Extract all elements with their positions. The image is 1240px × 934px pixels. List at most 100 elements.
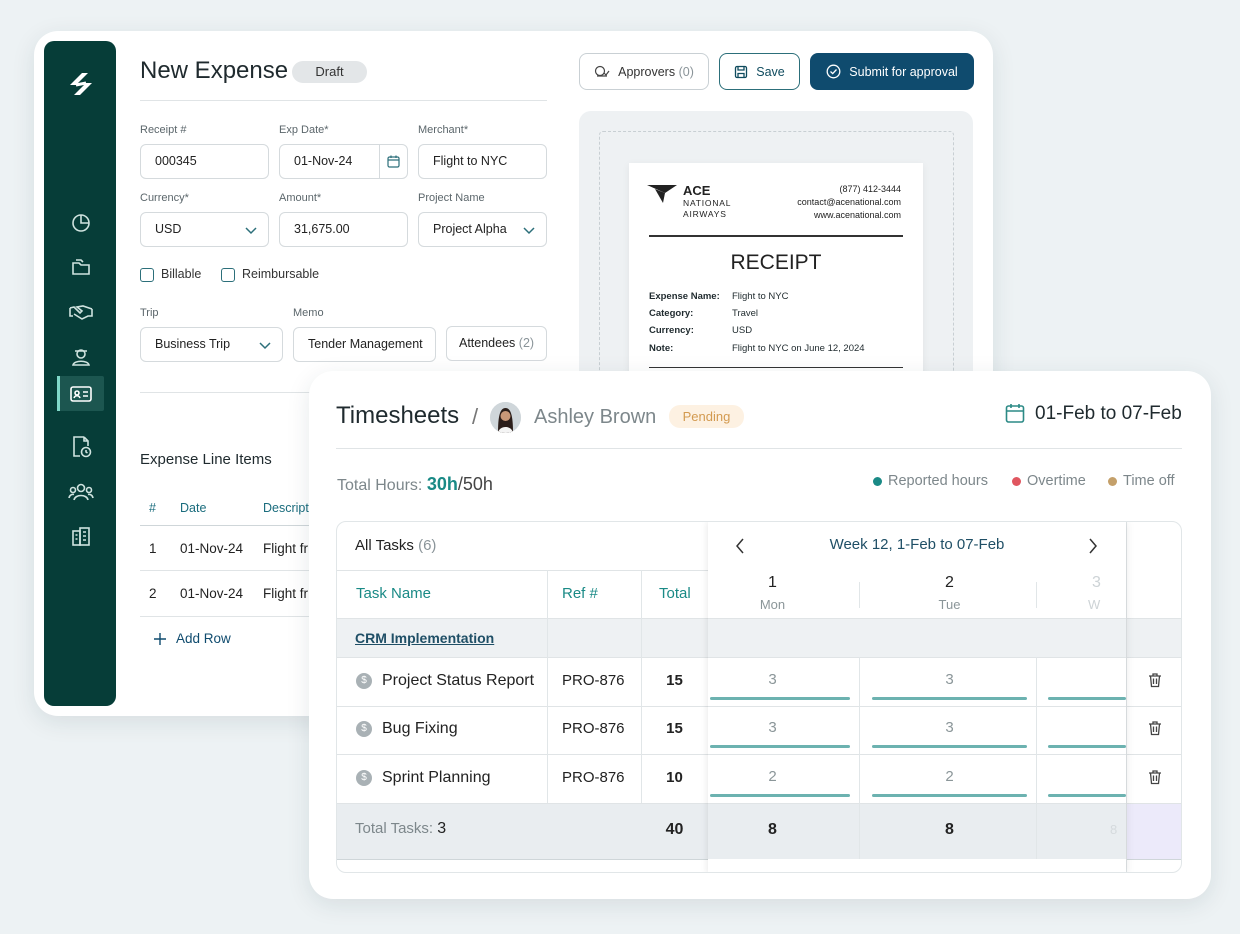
total-tasks: Total Tasks: 3 [355, 820, 446, 838]
column-header-total[interactable]: Total [659, 585, 691, 602]
column-header-task[interactable]: Task Name [356, 585, 431, 602]
trip-select[interactable]: Business Trip [140, 327, 283, 362]
exp-date-value: 01-Nov-24 [294, 154, 353, 168]
task-name: Bug Fixing [382, 720, 458, 737]
hours-underline [1048, 745, 1126, 748]
receipt-value: Flight to NYC [732, 291, 789, 302]
chevron-down-icon [523, 227, 535, 235]
save-button[interactable]: Save [719, 53, 800, 90]
receipt-heading: RECEIPT [730, 251, 822, 274]
legend-label: Overtime [1027, 473, 1086, 489]
column-header-number: # [149, 501, 156, 515]
hours-cell[interactable]: 3 [872, 719, 1027, 736]
divider [140, 570, 320, 571]
line-items-heading: Expense Line Items [140, 451, 272, 468]
pie-chart-icon[interactable] [68, 209, 94, 235]
receipt-brand-line2: AIRWAYS [683, 209, 727, 219]
divider [708, 706, 1126, 707]
logo-icon[interactable] [66, 69, 96, 99]
user-badge-icon[interactable] [68, 344, 94, 370]
trip-label: Trip [140, 307, 159, 319]
attendees-button[interactable]: Attendees (2) [446, 326, 547, 361]
timesheet-title: Timesheets [336, 402, 460, 429]
page-title: New Expense [140, 57, 289, 84]
avatar[interactable] [490, 402, 521, 433]
column-header-date: Date [180, 501, 207, 515]
memo-field[interactable]: Tender Management [293, 327, 436, 362]
week-label: Week 12, 1-Feb to 07-Feb [829, 536, 1005, 553]
hours-cell[interactable]: 3 [695, 719, 850, 736]
divider [336, 448, 1182, 449]
merchant-field[interactable]: Flight to NYC [418, 144, 547, 179]
divider [708, 754, 1126, 755]
currency-label: Currency* [140, 192, 189, 204]
receipt-value: Travel [732, 308, 759, 319]
task-ref: PRO-876 [562, 769, 625, 786]
day-total: 8 [1110, 822, 1118, 837]
trash-icon[interactable] [1147, 672, 1163, 688]
legend-label: Reported hours [888, 473, 988, 489]
memo-label: Memo [293, 307, 324, 319]
day-total: 8 [945, 821, 954, 838]
divider [708, 657, 1126, 658]
task-ref: PRO-876 [562, 720, 625, 737]
attendees-count: (2) [518, 336, 535, 350]
total-hours-value: 30h [426, 474, 458, 494]
hours-underline [1048, 697, 1126, 700]
dollar-icon: $ [356, 673, 372, 689]
submit-for-approval-button[interactable]: Submit for approval [810, 53, 974, 90]
trip-value: Business Trip [155, 337, 231, 351]
check-circle-icon [826, 64, 841, 79]
handshake-icon[interactable] [68, 299, 94, 325]
save-icon [735, 65, 748, 78]
reimbursable-checkbox[interactable] [221, 268, 235, 282]
id-card-icon[interactable] [68, 381, 94, 407]
document-clock-icon[interactable] [68, 434, 94, 460]
all-tasks-filter[interactable]: All Tasks (6) [355, 537, 436, 554]
divider [1036, 582, 1037, 608]
employee-name: Ashley Brown [534, 406, 657, 428]
all-tasks-label: All Tasks [355, 537, 414, 554]
total-tasks-count: 3 [437, 820, 447, 837]
hours-cell[interactable]: 3 [695, 671, 850, 688]
receipt-rule [649, 235, 903, 237]
dollar-icon: $ [356, 721, 372, 737]
trash-icon[interactable] [1147, 720, 1163, 736]
receipt-key: Category: [649, 308, 694, 319]
trash-icon[interactable] [1147, 769, 1163, 785]
folders-icon[interactable] [68, 254, 94, 280]
day-name: Tue [938, 597, 961, 612]
row-date: 01-Nov-24 [180, 541, 244, 556]
total-hours: Total Hours: 30h/50h [337, 474, 493, 495]
row-description: Flight fr [263, 586, 309, 601]
chevron-right-icon[interactable] [1088, 538, 1098, 554]
divider [140, 616, 320, 617]
day-number: 2 [945, 574, 954, 591]
billable-checkbox[interactable] [140, 268, 154, 282]
submit-label: Submit for approval [849, 64, 958, 79]
project-name-select[interactable]: Project Alpha [418, 212, 547, 247]
date-range: 01-Feb to 07-Feb [1035, 403, 1182, 424]
hours-cell[interactable]: 2 [695, 768, 850, 785]
status-badge: Pending [669, 405, 744, 428]
receipt-value: USD [732, 325, 753, 336]
day-number: 1 [768, 574, 777, 591]
reimbursable-label: Reimbursable [242, 267, 320, 281]
exp-date-field[interactable]: 01-Nov-24 [279, 144, 408, 179]
column-header-ref[interactable]: Ref # [562, 585, 598, 602]
calendar-icon[interactable] [379, 145, 407, 178]
calendar-icon[interactable] [1005, 403, 1025, 424]
receipt-email: contact@acenational.com [797, 197, 901, 207]
approvers-button[interactable]: Approvers (0) [579, 53, 709, 90]
currency-select[interactable]: USD [140, 212, 269, 247]
hours-underline [710, 697, 850, 700]
receipt-number-field[interactable]: 000345 [140, 144, 269, 179]
hours-cell[interactable]: 3 [872, 671, 1027, 688]
amount-field[interactable]: 31,675.00 [279, 212, 408, 247]
building-icon[interactable] [68, 524, 94, 550]
group-crm-implementation[interactable]: CRM Implementation [355, 630, 494, 646]
hours-cell[interactable]: 2 [872, 768, 1027, 785]
users-icon[interactable] [68, 479, 94, 505]
add-row-button[interactable]: Add Row [154, 631, 231, 646]
day-number: 3 [1092, 574, 1101, 591]
